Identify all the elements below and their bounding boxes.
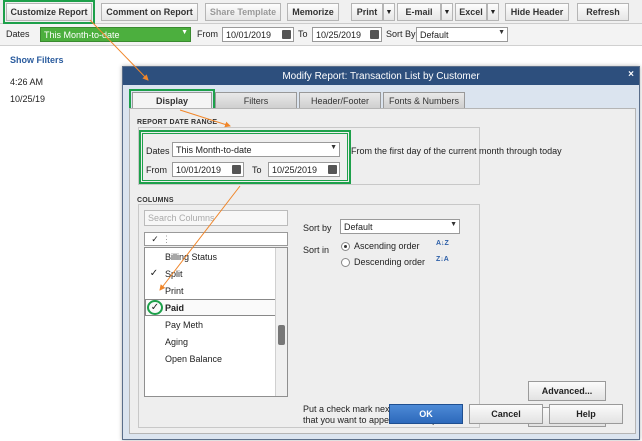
arrow-to-paid	[159, 185, 241, 291]
annotation-arrows	[89, 19, 241, 291]
arrow-to-date-range	[179, 109, 231, 128]
arrow-to-dialog	[89, 19, 149, 81]
